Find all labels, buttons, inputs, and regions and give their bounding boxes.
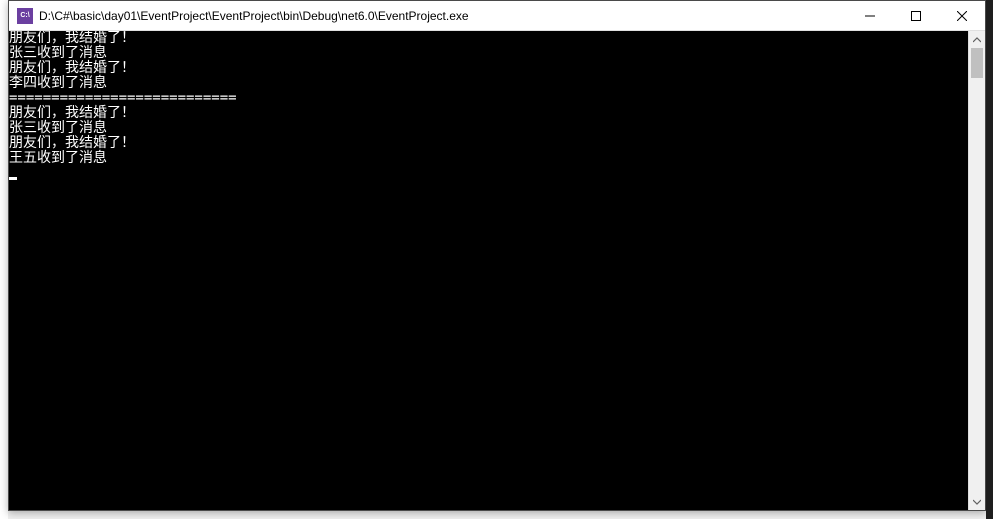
close-button[interactable]	[939, 1, 985, 30]
minimize-button[interactable]	[847, 1, 893, 30]
console-line: ===========================	[9, 91, 968, 106]
scroll-down-button[interactable]	[969, 493, 985, 510]
console-line: 朋友们，我结婚了！	[9, 106, 968, 121]
app-icon: C:\	[17, 8, 33, 24]
console-line: 朋友们，我结婚了！	[9, 31, 968, 46]
console-cursor-line	[9, 166, 968, 181]
console-line: 张三收到了消息	[9, 121, 968, 136]
console-line: 张三收到了消息	[9, 46, 968, 61]
vertical-scrollbar[interactable]	[968, 31, 985, 510]
background-right-gutter	[986, 0, 993, 519]
console-area: 朋友们，我结婚了！张三收到了消息朋友们，我结婚了！李四收到了消息========…	[9, 31, 985, 510]
background-left-gutter	[0, 0, 8, 519]
window-title: D:\C#\basic\day01\EventProject\EventProj…	[39, 9, 847, 23]
console-output[interactable]: 朋友们，我结婚了！张三收到了消息朋友们，我结婚了！李四收到了消息========…	[9, 31, 968, 510]
maximize-icon	[911, 11, 921, 21]
cursor	[9, 177, 17, 180]
window-controls	[847, 1, 985, 30]
close-icon	[957, 11, 967, 21]
scroll-up-button[interactable]	[969, 31, 985, 48]
chevron-up-icon	[973, 36, 981, 44]
minimize-icon	[865, 11, 875, 21]
console-line: 王五收到了消息	[9, 151, 968, 166]
scroll-thumb[interactable]	[971, 48, 983, 78]
chevron-down-icon	[973, 498, 981, 506]
console-line: 李四收到了消息	[9, 76, 968, 91]
console-line: 朋友们，我结婚了！	[9, 136, 968, 151]
console-line: 朋友们，我结婚了！	[9, 61, 968, 76]
scroll-track[interactable]	[969, 48, 985, 493]
maximize-button[interactable]	[893, 1, 939, 30]
titlebar[interactable]: C:\ D:\C#\basic\day01\EventProject\Event…	[9, 1, 985, 31]
console-window: C:\ D:\C#\basic\day01\EventProject\Event…	[8, 0, 986, 511]
